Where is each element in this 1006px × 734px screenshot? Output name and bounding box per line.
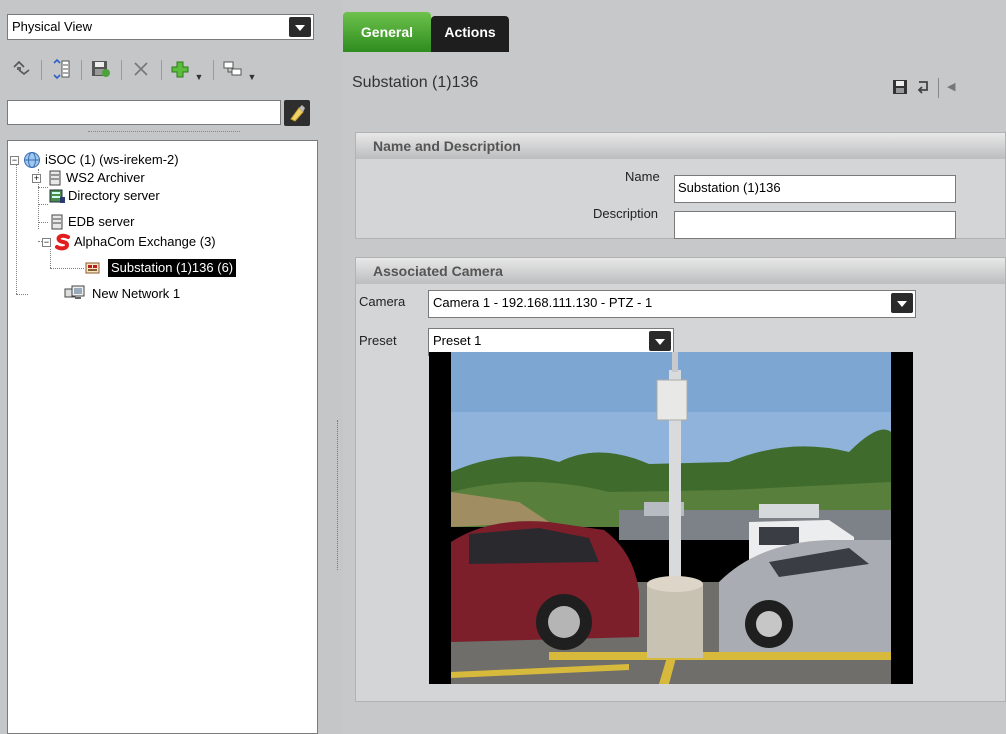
substation-icon [84, 259, 102, 282]
section-header: Name and Description [356, 133, 1005, 159]
tab-bar: General Actions [343, 0, 1006, 52]
save-icon[interactable] [89, 58, 113, 82]
toolbar-separator [41, 60, 42, 80]
camera-label: Camera [359, 294, 406, 309]
alphacom-icon [54, 233, 72, 256]
left-panel: Physical View ▼ ▼ − iSOC (1) (ws-irekem-… [0, 0, 333, 734]
filter-icon[interactable]: ▼ [221, 58, 257, 82]
camera-select[interactable]: Camera 1 - 192.168.111.130 - PTZ - 1 [428, 290, 916, 318]
toolbar-separator [81, 60, 82, 80]
tree-toolbar: ▼ ▼ [7, 58, 317, 82]
general-tab-content: Substation (1)136 ◀ Name and Description… [343, 52, 1006, 734]
preset-select-value: Preset 1 [433, 333, 482, 348]
save-icon[interactable] [891, 78, 909, 99]
toolbar-separator [938, 78, 939, 98]
description-label: Description [593, 206, 659, 221]
preset-label: Preset [359, 333, 397, 348]
tree-item-label: WS2 Archiver [66, 170, 145, 185]
tree-item-label: AlphaCom Exchange (3) [74, 234, 216, 249]
network-icon [64, 285, 86, 308]
chevron-down-icon[interactable] [289, 17, 311, 37]
camera-select-value: Camera 1 - 192.168.111.130 - PTZ - 1 [433, 295, 653, 310]
toolbar-separator [161, 60, 162, 80]
toolbar-separator [121, 60, 122, 80]
add-icon[interactable]: ▼ [169, 58, 205, 82]
collapse-icon[interactable]: − [42, 238, 51, 247]
search-input[interactable] [7, 100, 281, 125]
chevron-down-icon[interactable] [891, 293, 913, 313]
toolbar-separator [213, 60, 214, 80]
page-title: Substation (1)136 [352, 74, 479, 91]
camera-video-feed [429, 352, 913, 684]
tree-item-label: Directory server [68, 188, 160, 203]
tree-item-label: iSOC (1) (ws-irekem-2) [45, 152, 179, 167]
delete-icon[interactable] [129, 58, 153, 82]
vertical-splitter[interactable] [333, 0, 343, 734]
description-field[interactable] [674, 211, 956, 239]
collapse-icon[interactable]: − [10, 156, 19, 165]
associated-camera-section: Associated Camera Camera Camera 1 - 192.… [355, 257, 1006, 702]
tab-actions[interactable]: Actions [431, 16, 509, 52]
view-selector[interactable]: Physical View [7, 14, 314, 40]
collapse-left-icon[interactable]: ◀ [947, 80, 955, 93]
name-description-section: Name and Description Name Substation (1)… [355, 132, 1006, 239]
header-toolbar: ◀ [891, 78, 1006, 98]
tree-item-label: Substation (1)136 (6) [108, 259, 237, 277]
splitter-handle[interactable] [88, 131, 240, 138]
directory-server-icon [48, 187, 66, 210]
right-panel: General Actions Substation (1)136 ◀ Name… [343, 0, 1006, 734]
view-selector-value: Physical View [12, 19, 92, 34]
name-field[interactable]: Substation (1)136 [674, 175, 956, 203]
sort-icon[interactable] [49, 58, 73, 82]
move-up-down-icon[interactable] [9, 58, 33, 82]
physical-tree: − iSOC (1) (ws-irekem-2) + WS2 Archiver … [7, 140, 318, 734]
tab-general[interactable]: General [343, 12, 431, 52]
tree-item-label: EDB server [68, 214, 135, 229]
name-label: Name [625, 169, 660, 184]
tree-item-label: New Network 1 [92, 286, 181, 301]
section-header: Associated Camera [356, 258, 1005, 284]
expand-icon[interactable]: + [32, 174, 41, 183]
globe-icon [23, 151, 41, 174]
clear-search-button[interactable] [284, 100, 310, 126]
undo-icon[interactable] [913, 78, 933, 99]
chevron-down-icon[interactable] [649, 331, 671, 351]
